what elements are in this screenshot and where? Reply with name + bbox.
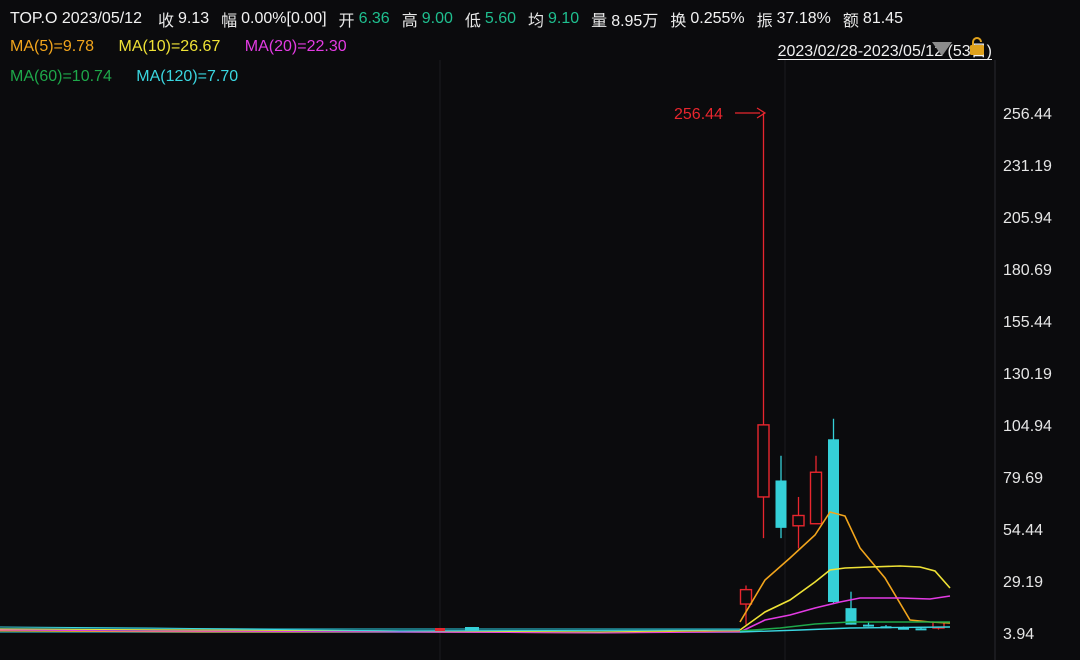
y-tick-label: 205.94 xyxy=(1003,210,1052,227)
y-tick-label: 155.44 xyxy=(1003,314,1052,331)
peak-annotation: 256.44 xyxy=(674,106,767,123)
candle xyxy=(845,591,857,625)
candle-body xyxy=(828,439,839,602)
candle-body xyxy=(792,514,805,527)
small-candle xyxy=(435,628,445,631)
candle-body xyxy=(809,471,823,525)
y-tick-label: 256.44 xyxy=(1003,106,1052,123)
y-tick-label: 180.69 xyxy=(1003,262,1052,279)
y-tick-label: 3.94 xyxy=(1003,626,1034,643)
candle-body xyxy=(863,624,874,627)
ma20-line xyxy=(739,595,951,633)
candle xyxy=(792,496,805,549)
y-tick-label: 130.19 xyxy=(1003,366,1052,383)
candle xyxy=(863,622,874,627)
y-tick-label: 104.94 xyxy=(1003,418,1052,435)
y-axis-ticks: 256.44 231.19 205.94 180.69 155.44 130.19 104.… xyxy=(1003,106,1052,643)
small-candle xyxy=(465,627,479,631)
y-tick-label: 54.44 xyxy=(1003,522,1043,539)
candle-body xyxy=(757,424,770,498)
peak-label: 256.44 xyxy=(674,106,723,123)
candles xyxy=(739,113,945,631)
candlestick-chart: 256.44 231.19 205.94 180.69 155.44 130.19 104.… xyxy=(0,60,1052,660)
historical-flat-section xyxy=(0,626,741,634)
candle xyxy=(757,113,770,539)
candle-body xyxy=(775,480,787,528)
y-tick-label: 29.19 xyxy=(1003,574,1043,591)
candle-body xyxy=(915,628,927,631)
candle xyxy=(809,455,823,525)
candle-body xyxy=(739,588,753,605)
y-tick-label: 231.19 xyxy=(1003,158,1052,175)
y-tick-label: 79.69 xyxy=(1003,470,1043,487)
